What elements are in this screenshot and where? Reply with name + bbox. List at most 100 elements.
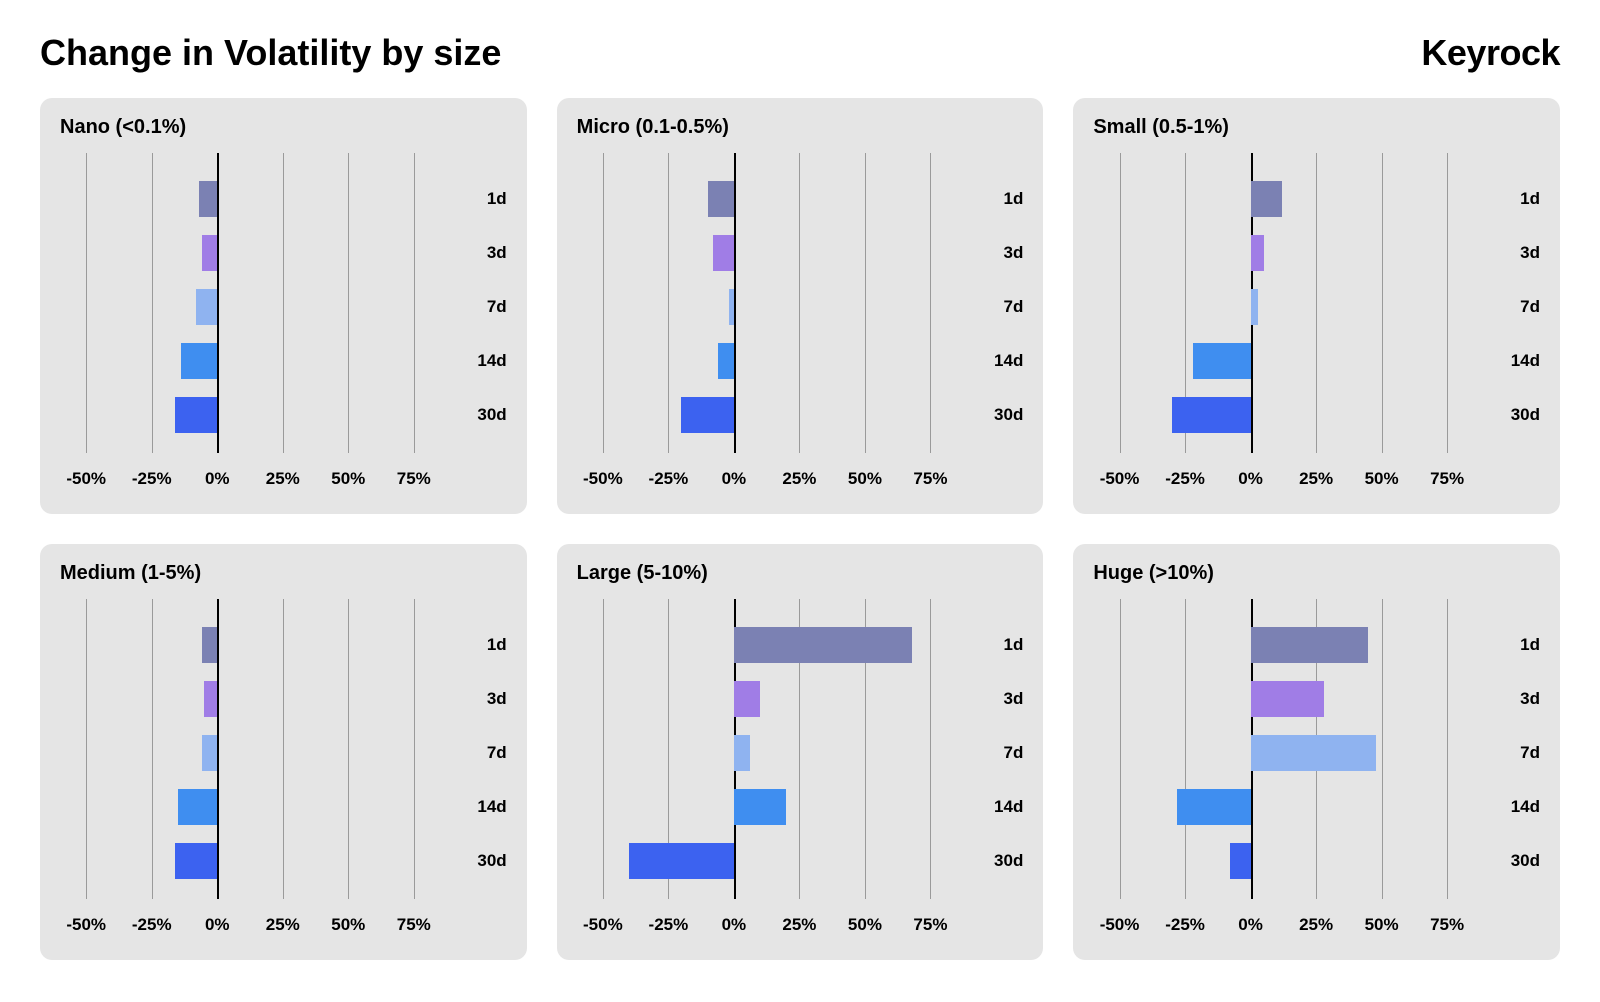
plot-area: 1d3d7d14d30d — [577, 153, 1024, 453]
x-tick-label: 0% — [205, 469, 230, 489]
plot-area: 1d3d7d14d30d — [577, 599, 1024, 899]
bar — [718, 343, 734, 379]
x-axis: -50%-25%0%25%50%75% — [60, 459, 507, 499]
bar — [202, 235, 218, 271]
y-label: 1d — [1003, 189, 1023, 209]
bar — [713, 235, 734, 271]
x-tick-label: -25% — [132, 469, 172, 489]
bar — [196, 289, 217, 325]
gridline — [1120, 599, 1121, 899]
y-labels: 1d3d7d14d30d — [957, 599, 1024, 899]
brand-logo: Keyrock — [1421, 32, 1560, 74]
gridline — [283, 153, 284, 453]
x-tick-label: 75% — [1430, 915, 1464, 935]
y-label: 14d — [1511, 797, 1540, 817]
gridline — [1447, 153, 1448, 453]
panel-title: Nano (<0.1%) — [60, 116, 507, 139]
x-tick-label: 25% — [266, 915, 300, 935]
header: Change in Volatility by size Keyrock — [40, 32, 1560, 74]
bar — [202, 627, 218, 663]
chart-grid: Nano (<0.1%)1d3d7d14d30d-50%-25%0%25%50%… — [40, 98, 1560, 960]
bar — [729, 289, 734, 325]
x-tick-label: -50% — [66, 469, 106, 489]
x-axis: -50%-25%0%25%50%75% — [1093, 459, 1540, 499]
gridline — [152, 153, 153, 453]
plot-area: 1d3d7d14d30d — [1093, 599, 1540, 899]
zero-line — [217, 153, 219, 453]
bar — [1251, 735, 1377, 771]
x-tick-label: -50% — [583, 469, 623, 489]
bar — [202, 735, 218, 771]
gridline — [348, 599, 349, 899]
x-tick-label: 50% — [1365, 469, 1399, 489]
y-label: 7d — [1003, 297, 1023, 317]
bar — [734, 735, 750, 771]
gridline — [1120, 153, 1121, 453]
bar — [1251, 235, 1264, 271]
chart-panel: Huge (>10%)1d3d7d14d30d-50%-25%0%25%50%7… — [1073, 544, 1560, 960]
chart-canvas — [1093, 153, 1473, 453]
gridline — [865, 153, 866, 453]
gridline — [152, 599, 153, 899]
y-label: 7d — [1003, 743, 1023, 763]
bar — [178, 789, 217, 825]
y-labels: 1d3d7d14d30d — [440, 599, 507, 899]
bar — [175, 843, 217, 879]
bar — [734, 627, 912, 663]
y-label: 7d — [487, 743, 507, 763]
y-label: 3d — [487, 243, 507, 263]
y-label: 30d — [994, 851, 1023, 871]
bar — [181, 343, 218, 379]
x-tick-label: 25% — [1299, 469, 1333, 489]
x-tick-label: -25% — [649, 915, 689, 935]
plot-area: 1d3d7d14d30d — [1093, 153, 1540, 453]
y-label: 1d — [1520, 635, 1540, 655]
x-tick-label: 50% — [848, 469, 882, 489]
gridline — [603, 599, 604, 899]
bar — [629, 843, 734, 879]
x-tick-label: 25% — [1299, 915, 1333, 935]
x-tick-label: -25% — [132, 915, 172, 935]
gridline — [1382, 599, 1383, 899]
bar — [681, 397, 733, 433]
x-axis: -50%-25%0%25%50%75% — [577, 459, 1024, 499]
x-tick-label: 0% — [722, 915, 747, 935]
chart-panel: Micro (0.1-0.5%)1d3d7d14d30d-50%-25%0%25… — [557, 98, 1044, 514]
gridline — [414, 153, 415, 453]
x-tick-label: 0% — [1238, 469, 1263, 489]
gridline — [930, 153, 931, 453]
panel-title: Small (0.5-1%) — [1093, 116, 1540, 139]
chart-panel: Large (5-10%)1d3d7d14d30d-50%-25%0%25%50… — [557, 544, 1044, 960]
y-label: 3d — [1003, 689, 1023, 709]
bar — [175, 397, 217, 433]
x-tick-label: -25% — [649, 469, 689, 489]
x-tick-label: 25% — [782, 915, 816, 935]
y-label: 1d — [487, 189, 507, 209]
bar — [1251, 681, 1324, 717]
gridline — [799, 153, 800, 453]
bar — [199, 181, 217, 217]
chart-canvas — [577, 153, 957, 453]
bar — [1251, 289, 1259, 325]
gridline — [668, 153, 669, 453]
x-axis: -50%-25%0%25%50%75% — [60, 905, 507, 945]
y-labels: 1d3d7d14d30d — [957, 153, 1024, 453]
x-tick-label: -50% — [1100, 915, 1140, 935]
y-label: 7d — [1520, 297, 1540, 317]
y-label: 30d — [994, 405, 1023, 425]
x-tick-label: 50% — [848, 915, 882, 935]
x-tick-label: 75% — [1430, 469, 1464, 489]
gridline — [86, 153, 87, 453]
gridline — [1185, 599, 1186, 899]
bar — [1230, 843, 1251, 879]
y-label: 7d — [487, 297, 507, 317]
y-label: 14d — [994, 351, 1023, 371]
y-label: 14d — [477, 351, 506, 371]
x-tick-label: 0% — [1238, 915, 1263, 935]
gridline — [86, 599, 87, 899]
x-tick-label: -50% — [583, 915, 623, 935]
bar — [734, 681, 760, 717]
x-tick-label: -25% — [1165, 915, 1205, 935]
y-label: 14d — [994, 797, 1023, 817]
y-labels: 1d3d7d14d30d — [1473, 153, 1540, 453]
